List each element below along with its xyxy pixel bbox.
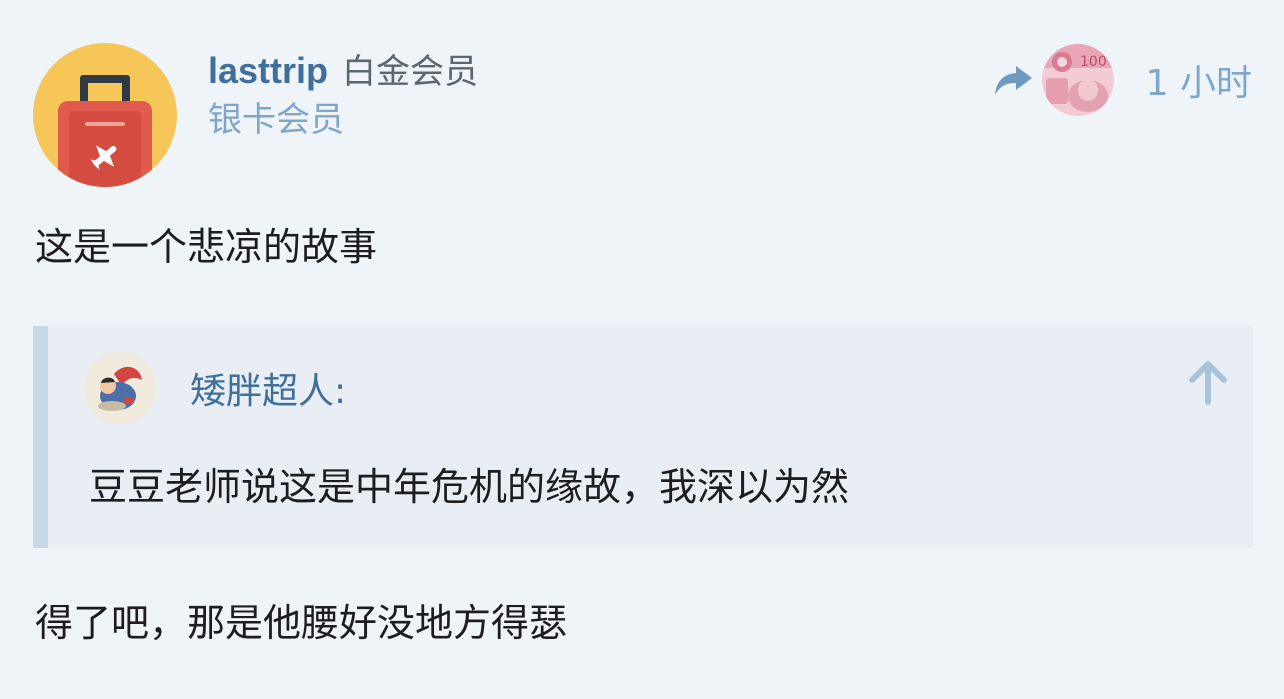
svg-text:100: 100 [1080, 54, 1107, 70]
post-body-last: 得了吧，那是他腰好没地方得瑟 [35, 601, 568, 645]
arrow-up-icon[interactable] [1187, 360, 1229, 406]
banknote-avatar-image: 100 [1041, 44, 1114, 116]
author-tier-primary: 白金会员 [342, 52, 479, 92]
quote-author-name[interactable]: 矮胖超人: [190, 362, 346, 414]
author-tier-secondary: 银卡会员 [208, 100, 344, 140]
quoted-reply[interactable]: 矮胖超人: 豆豆老师说这是中年危机的缘故，我深以为然 [33, 326, 1253, 548]
quote-header: 矮胖超人: [84, 352, 346, 424]
quote-text: 豆豆老师说这是中年危机的缘故，我深以为然 [89, 465, 850, 509]
quote-author-avatar[interactable] [84, 352, 156, 424]
post-time: 1 小时 [1145, 63, 1252, 104]
post-body-first: 这是一个悲凉的故事 [35, 225, 378, 269]
author-avatar[interactable] [33, 43, 177, 187]
superman-avatar-image [84, 352, 156, 424]
author-info: lasttrip 白金会员 银卡会员 [208, 44, 478, 141]
share-arrow-icon[interactable] [992, 62, 1034, 98]
post-meta: 100 1 小时 [992, 44, 1252, 116]
replier-avatar[interactable]: 100 [1041, 44, 1114, 116]
suitcase-icon [58, 75, 152, 187]
author-username[interactable]: lasttrip [208, 50, 328, 92]
author-name-row: lasttrip 白金会员 [208, 44, 479, 92]
